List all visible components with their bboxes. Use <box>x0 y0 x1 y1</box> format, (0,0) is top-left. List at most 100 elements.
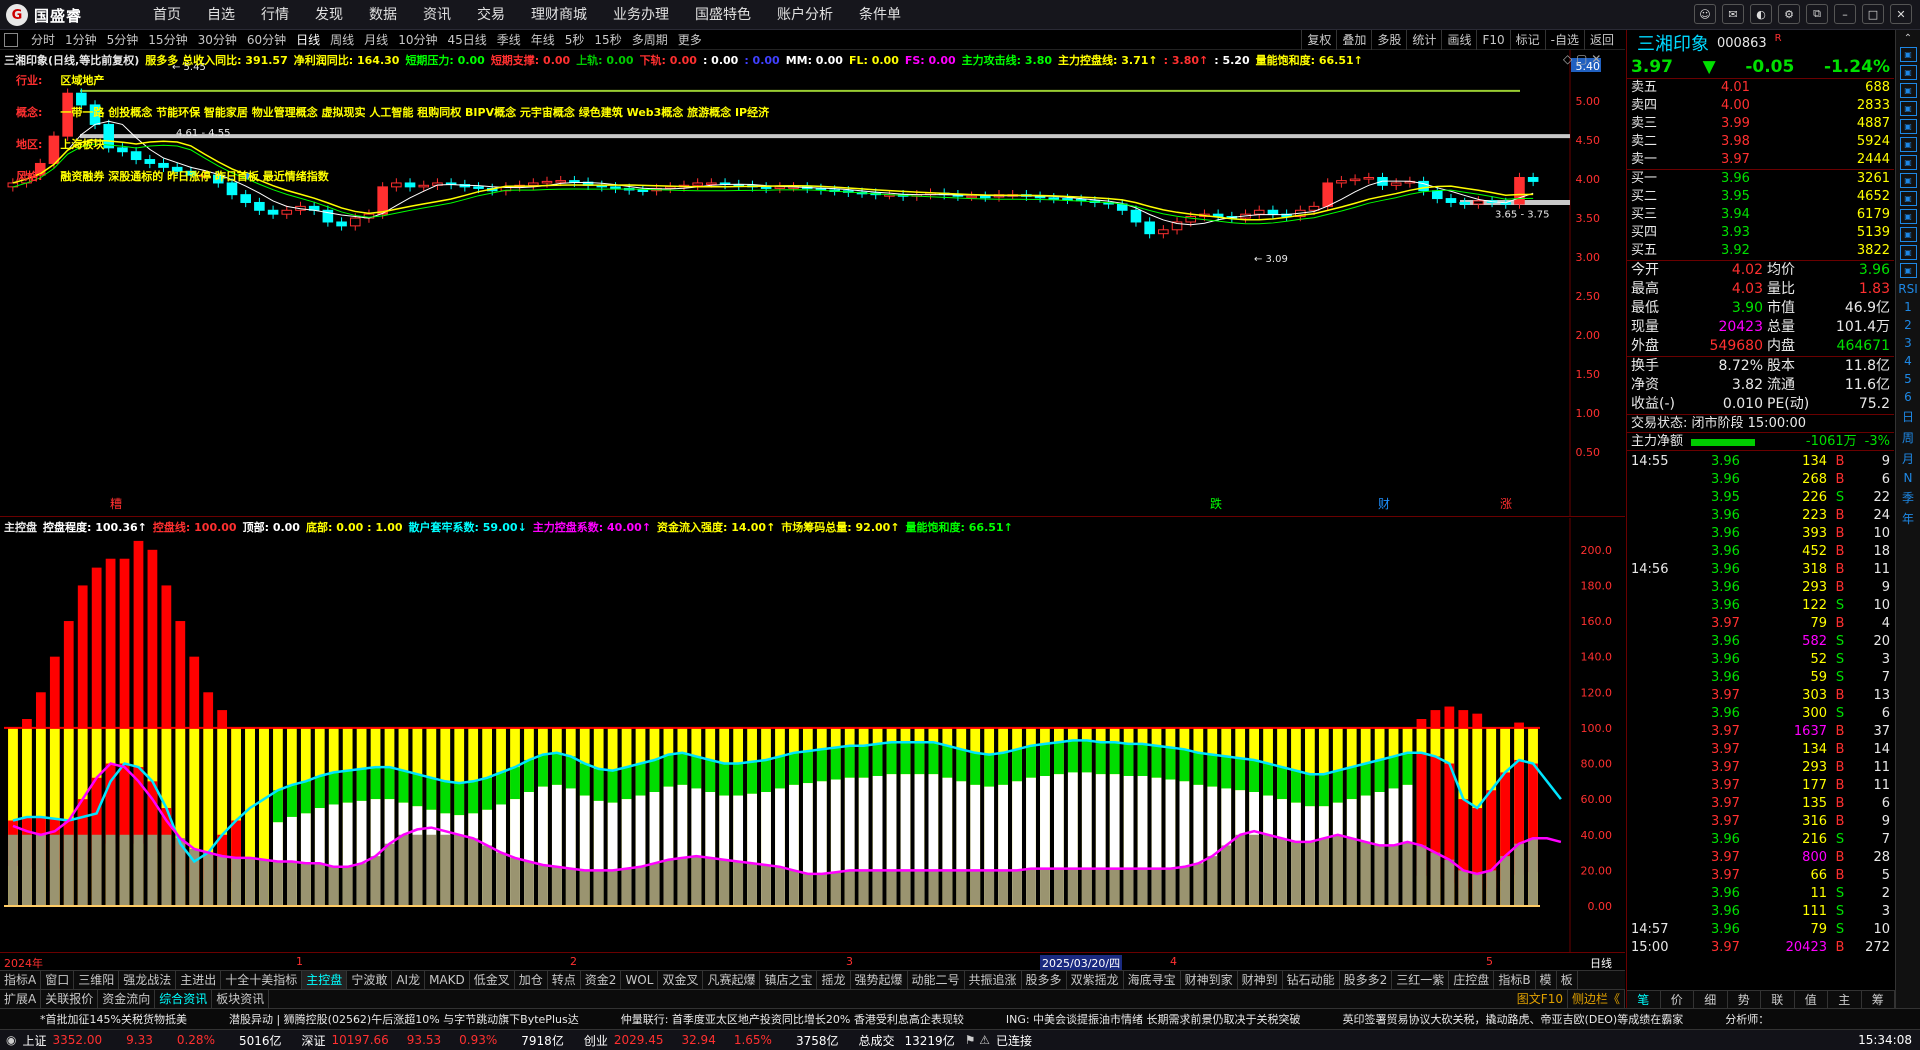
skin-icon[interactable]: ◐ <box>1750 4 1772 24</box>
menu-item[interactable]: 发现 <box>302 0 356 30</box>
period-option[interactable]: 1分钟 <box>60 30 102 50</box>
menu-item[interactable]: 数据 <box>356 0 410 30</box>
tool-button[interactable]: 复权 <box>1301 30 1336 50</box>
panel-tab[interactable]: 图文F10 <box>1513 990 1568 1008</box>
bell-icon[interactable]: ▣ <box>1899 173 1917 188</box>
quote-tab[interactable]: 值 <box>1795 991 1828 1008</box>
star-icon[interactable]: ▣ <box>1899 155 1917 170</box>
info-icon[interactable]: ▣ <box>1899 227 1917 242</box>
indicator-tab[interactable]: 指标B <box>1494 971 1536 989</box>
minimize-icon[interactable]: – <box>1834 4 1856 24</box>
quote-tab[interactable]: 主 <box>1828 991 1862 1008</box>
indicator-tab[interactable]: 主控盘 <box>302 971 348 989</box>
sidebar-period[interactable]: 月 <box>1896 450 1920 467</box>
news-item[interactable]: 英印签署贸易协议大砍关税，撬动路虎、帝亚吉欧(DEO)等成绩在霸家 <box>1343 1011 1684 1027</box>
indicator-tab[interactable]: 股多多2 <box>1340 971 1393 989</box>
list-icon[interactable]: ▣ <box>1899 65 1917 80</box>
sidebar-period[interactable]: 3 <box>1896 336 1920 350</box>
menu-item[interactable]: 资讯 <box>410 0 464 30</box>
info-tab[interactable]: 板块资讯 <box>212 990 270 1008</box>
menu-item[interactable]: 行情 <box>248 0 302 30</box>
kline-panel[interactable]: 5.40 5.00 4.50 4.00 3.50 3.00 2.50 2.00 1.50 1.00… <box>0 50 1625 517</box>
close-icon[interactable]: ✕ <box>1890 4 1912 24</box>
menu-item[interactable]: 自选 <box>194 0 248 30</box>
period-option[interactable]: 15秒 <box>589 30 626 50</box>
pie-icon[interactable]: ▣ <box>1899 191 1917 206</box>
doc-icon[interactable]: ▣ <box>1899 119 1917 134</box>
quote-tab[interactable]: 价 <box>1661 991 1694 1008</box>
box-icon[interactable]: ▣ <box>1899 47 1917 62</box>
indicator-tab[interactable]: MAKD <box>425 971 470 989</box>
news-ticker[interactable]: *首批加征145%关税货物抵美 潜股异动 | 狮腾控股(02562)午后涨超10%… <box>0 1008 1920 1029</box>
indicator-tab[interactable]: 资金2 <box>581 971 622 989</box>
period-option[interactable]: 季线 <box>492 30 526 50</box>
period-option[interactable]: 年线 <box>526 30 560 50</box>
indicator-tab[interactable]: 窗口 <box>41 971 75 989</box>
menu-item[interactable]: 账户分析 <box>764 0 846 30</box>
indicator-tab[interactable]: 双金叉 <box>658 971 704 989</box>
sidebar-period[interactable]: 6 <box>1896 390 1920 404</box>
sidebar-period[interactable]: 5 <box>1896 372 1920 386</box>
indicator-tab[interactable]: 三红一紫 <box>1392 971 1450 989</box>
tool-button[interactable]: -自选 <box>1544 30 1584 50</box>
sidebar-period[interactable]: 周 <box>1896 429 1920 446</box>
news-item[interactable]: 分析师： <box>1725 1011 1769 1027</box>
quote-tab[interactable]: 笔 <box>1627 991 1661 1008</box>
indicator-tab[interactable]: 转点 <box>548 971 581 989</box>
sidebar-period[interactable]: 年 <box>1896 510 1920 527</box>
news-item[interactable]: 仲量联行: 首季度亚太区地产投资同比增长20% 香港受利息高企表现较 <box>621 1011 964 1027</box>
indicator-tab[interactable]: 股多多 <box>1022 971 1067 989</box>
tool-button[interactable]: 统计 <box>1406 30 1441 50</box>
indicator-tab[interactable]: 加仓 <box>515 971 548 989</box>
indicator-tab[interactable]: 动能二号 <box>908 971 965 989</box>
period-option[interactable]: 更多 <box>673 30 707 50</box>
period-option[interactable]: 周线 <box>325 30 359 50</box>
indicator-tab[interactable]: 财神到家 <box>1181 971 1238 989</box>
news-item[interactable]: *首批加征145%关税货物抵美 <box>40 1011 187 1027</box>
maximize-icon[interactable]: □ <box>1862 4 1884 24</box>
period-option[interactable]: 5秒 <box>560 30 590 50</box>
table-icon[interactable]: ▣ <box>1899 209 1917 224</box>
news-item[interactable]: 潜股异动 | 狮腾控股(02562)午后涨超10% 与字节跳动旗下BytePlu… <box>229 1011 579 1027</box>
settings-icon[interactable]: ⚙ <box>1778 4 1800 24</box>
chevron-up-icon[interactable]: ⌃ <box>1896 33 1920 44</box>
period-option[interactable]: 45日线 <box>442 30 491 50</box>
period-option[interactable]: 60分钟 <box>242 30 291 50</box>
period-option[interactable]: 30分钟 <box>193 30 242 50</box>
kline-chart[interactable]: 5.405.004.504.003.503.002.502.001.501.00… <box>0 50 1625 517</box>
info-tab[interactable]: 综合资讯 <box>155 990 213 1008</box>
sidebar-period[interactable]: 4 <box>1896 354 1920 368</box>
indicator-tab[interactable]: 强龙战法 <box>119 971 177 989</box>
sidebar-period[interactable]: 1 <box>1896 300 1920 314</box>
indicator-tab[interactable]: 镇店之宝 <box>760 971 818 989</box>
chart-icon[interactable]: ▣ <box>1899 101 1917 116</box>
sidebar-period[interactable]: RSI <box>1896 282 1920 296</box>
menu-item[interactable]: 理财商城 <box>518 0 600 30</box>
control-chart[interactable]: 200.0 180.0 160.0 140.0 120.0 100.0 80.00 60.00… <box>0 518 1625 952</box>
sidebar-period[interactable]: 日 <box>1896 408 1920 425</box>
period-option[interactable]: 15分钟 <box>143 30 192 50</box>
period-option[interactable]: 日线 <box>291 30 325 50</box>
app-logo[interactable]: G 国盛睿 <box>6 4 82 26</box>
chat-icon[interactable]: ☺ <box>1694 4 1716 24</box>
sidebar-period[interactable]: N <box>1896 471 1920 485</box>
indicator-tab[interactable]: 凡赛起爆 <box>703 971 761 989</box>
menu-item[interactable]: 业务办理 <box>600 0 682 30</box>
quote-tab[interactable]: 联 <box>1761 991 1795 1008</box>
menu-item[interactable]: 首页 <box>140 0 194 30</box>
tool-button[interactable]: 画线 <box>1441 30 1476 50</box>
indicator-tab[interactable]: 指标A <box>0 971 42 989</box>
news-item[interactable]: ING: 中美会谈提振油市情绪 长期需求前景仍取决于关税突破 <box>1006 1011 1301 1027</box>
indicator-tab[interactable]: 共振追涨 <box>965 971 1022 989</box>
quote-tab[interactable]: 筹 <box>1862 991 1895 1008</box>
indicator-tab[interactable]: 海底寻宝 <box>1124 971 1181 989</box>
tool-button[interactable]: F10 <box>1476 30 1509 50</box>
quote-tab[interactable]: 势 <box>1728 991 1761 1008</box>
tool-button[interactable]: 标记 <box>1509 30 1545 50</box>
info-tab[interactable]: 资金流向 <box>98 990 156 1008</box>
indicator-tab[interactable]: 三维阳 <box>74 971 120 989</box>
indicator-tab[interactable]: 财神到 <box>1238 971 1283 989</box>
panel-toggle-icon[interactable] <box>4 33 18 47</box>
indicator-tab[interactable]: 主进出 <box>176 971 222 989</box>
layers-icon[interactable]: ▣ <box>1899 245 1917 260</box>
